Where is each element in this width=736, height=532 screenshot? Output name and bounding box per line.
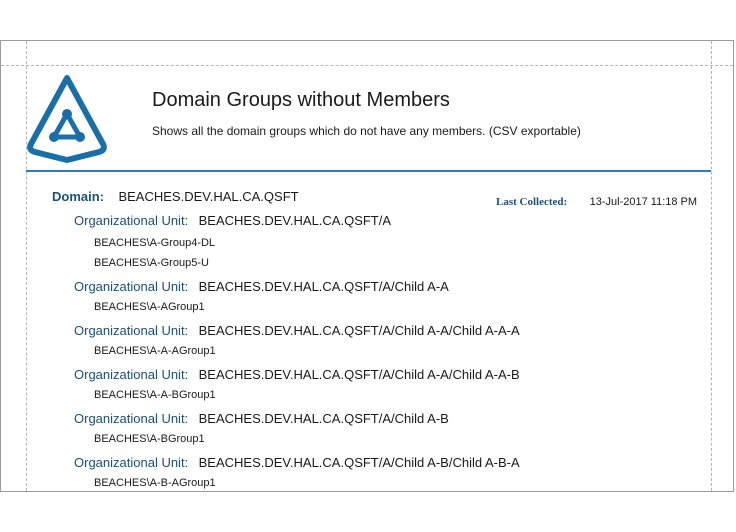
group-item: BEACHES\A-AGroup1	[94, 301, 205, 313]
domain-header: Domain: BEACHES.DEV.HAL.CA.QSFT	[52, 188, 299, 206]
ou-row: Organizational Unit: BEACHES.DEV.HAL.CA.…	[74, 212, 391, 230]
group-item: BEACHES\A-Group4-DL	[94, 237, 216, 249]
ou-row: Organizational Unit: BEACHES.DEV.HAL.CA.…	[74, 410, 449, 428]
ou-label: Organizational Unit:	[74, 213, 189, 228]
ou-path: BEACHES.DEV.HAL.CA.QSFT/A	[198, 213, 392, 228]
ou-row: Organizational Unit: BEACHES.DEV.HAL.CA.…	[74, 278, 449, 296]
ou-path: BEACHES.DEV.HAL.CA.QSFT/A/Child A-B/Chil…	[198, 455, 520, 470]
ou-label: Organizational Unit:	[74, 411, 189, 426]
report-subtitle: Shows all the domain groups which do not…	[152, 124, 581, 138]
group-item: BEACHES\A-Group5-U	[94, 257, 209, 269]
group-item: BEACHES\A-A-BGroup1	[94, 389, 216, 401]
header-divider	[26, 170, 711, 172]
group-item: BEACHES\A-A-AGroup1	[94, 345, 216, 357]
ou-label: Organizational Unit:	[74, 323, 189, 338]
group-item: BEACHES\A-B-AGroup1	[94, 477, 216, 489]
ou-row: Organizational Unit: BEACHES.DEV.HAL.CA.…	[74, 454, 520, 472]
ou-path: BEACHES.DEV.HAL.CA.QSFT/A/Child A-A	[198, 279, 449, 294]
triangle-logo-icon	[27, 75, 107, 163]
ou-label: Organizational Unit:	[74, 279, 189, 294]
margin-guide-right	[711, 41, 712, 491]
ou-path: BEACHES.DEV.HAL.CA.QSFT/A/Child A-A/Chil…	[198, 323, 520, 338]
margin-guide-top	[1, 65, 733, 66]
ou-path: BEACHES.DEV.HAL.CA.QSFT/A/Child A-B	[198, 411, 449, 426]
group-item: BEACHES\A-BGroup1	[94, 433, 205, 445]
report-page: Domain Groups without Members Shows all …	[0, 40, 734, 492]
domain-value: BEACHES.DEV.HAL.CA.QSFT	[118, 189, 299, 204]
last-collected: Last Collected: 13-Jul-2017 11:18 PM	[496, 192, 697, 210]
ou-label: Organizational Unit:	[74, 455, 189, 470]
domain-label: Domain:	[52, 189, 104, 204]
ou-row: Organizational Unit: BEACHES.DEV.HAL.CA.…	[74, 366, 520, 384]
ou-row: Organizational Unit: BEACHES.DEV.HAL.CA.…	[74, 322, 520, 340]
last-collected-label: Last Collected:	[496, 196, 568, 208]
last-collected-value: 13-Jul-2017 11:18 PM	[589, 196, 698, 208]
ou-label: Organizational Unit:	[74, 367, 189, 382]
report-title: Domain Groups without Members	[152, 89, 450, 111]
ou-path: BEACHES.DEV.HAL.CA.QSFT/A/Child A-A/Chil…	[198, 367, 520, 382]
